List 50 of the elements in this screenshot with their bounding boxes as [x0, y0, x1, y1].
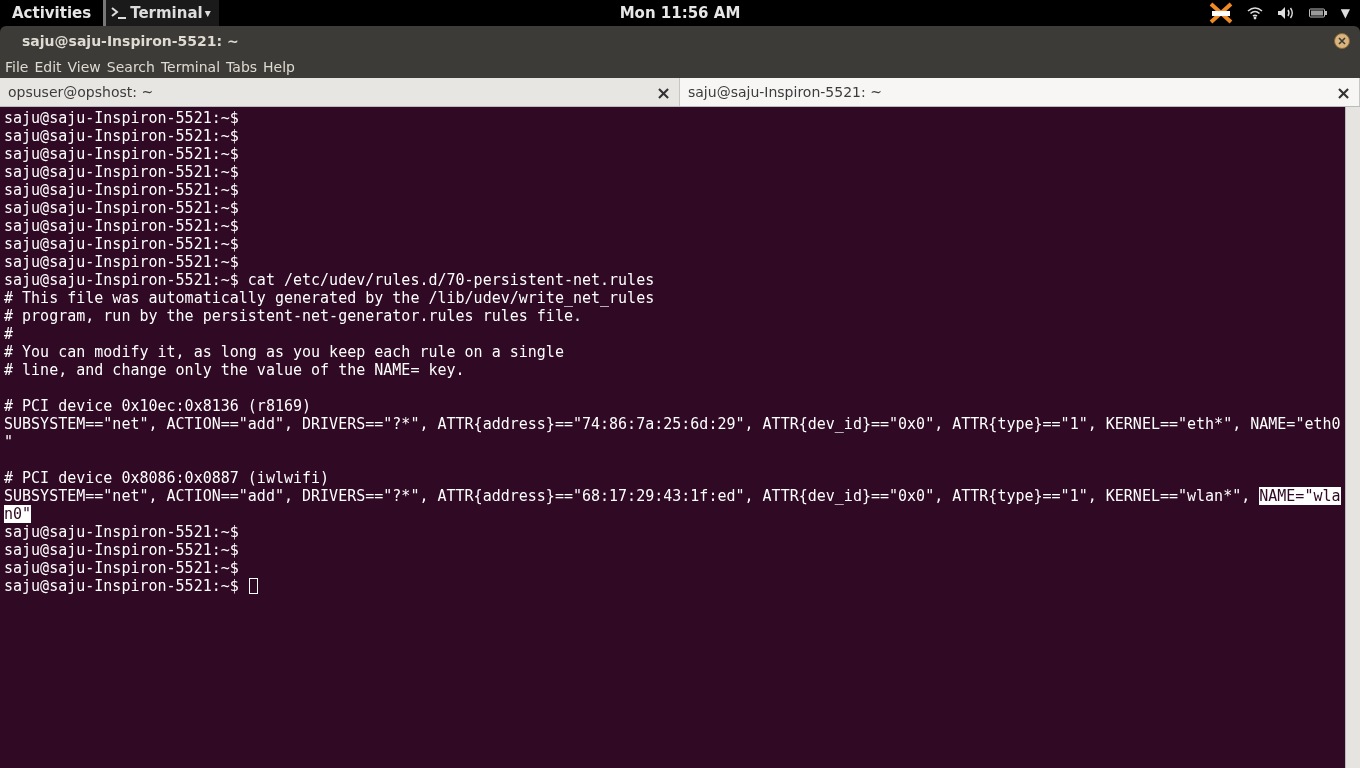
clock[interactable]: Mon 11:56 AM: [619, 4, 741, 22]
selected-text: n0": [4, 505, 32, 523]
terminal-text: # This file was automatically generated by the /lib/udev/write_net_rules: [4, 289, 655, 307]
wifi-icon[interactable]: [1246, 6, 1263, 20]
menu-item[interactable]: Search: [103, 59, 158, 75]
terminal-text: saju@saju-Inspiron-5521:~$: [4, 163, 239, 181]
close-tab-button[interactable]: ×: [655, 81, 671, 103]
terminal-text: ": [4, 433, 14, 451]
terminal-text: saju@saju-Inspiron-5521:~$: [4, 127, 239, 145]
menu-item[interactable]: Edit: [31, 59, 65, 75]
terminal-text: saju@saju-Inspiron-5521:~$: [4, 577, 239, 595]
selected-text: NAME="wla: [1259, 487, 1341, 505]
terminal-text: saju@saju-Inspiron-5521:~$: [4, 181, 239, 199]
terminal-text: saju@saju-Inspiron-5521:~$: [4, 217, 239, 235]
terminal-text: saju@saju-Inspiron-5521:~$: [4, 235, 239, 253]
terminal-tab[interactable]: opsuser@opshost: ~ ×: [0, 78, 680, 106]
terminal-text: # line, and change only the value of the NAME= key.: [4, 361, 465, 379]
terminal-text: #: [4, 325, 14, 343]
activities-button[interactable]: Activities: [0, 4, 104, 22]
window-title: saju@saju-Inspiron-5521: ~: [22, 33, 239, 49]
app-menu-button[interactable]: Terminal▾: [103, 0, 219, 26]
volume-icon[interactable]: [1276, 6, 1295, 20]
menu-item[interactable]: Terminal: [157, 59, 224, 75]
terminal-text: saju@saju-Inspiron-5521:~$: [4, 523, 239, 541]
terminal-text: # program, run by the persistent-net-generator.rules rules file.: [4, 307, 582, 325]
close-tab-button[interactable]: ×: [1335, 81, 1351, 103]
scrollbar[interactable]: [1345, 107, 1360, 768]
menu-item[interactable]: File: [2, 59, 32, 75]
terminal-tab[interactable]: saju@saju-Inspiron-5521: ~ ×: [680, 78, 1360, 106]
terminal-icon: [110, 5, 129, 21]
terminal-text: saju@saju-Inspiron-5521:~$ cat /etc/udev/rules.d/70-persistent-net.rules: [4, 271, 655, 289]
terminal-text: saju@saju-Inspiron-5521:~$: [4, 199, 239, 217]
terminal-text: saju@saju-Inspiron-5521:~$: [4, 253, 239, 271]
system-menu-caret[interactable]: ▼: [1340, 6, 1350, 20]
close-button[interactable]: [1334, 33, 1350, 49]
terminal-text: # PCI device 0x8086:0x0887 (iwlwifi): [4, 469, 330, 487]
terminal-text: SUBSYSTEM=="net", ACTION=="add", DRIVERS=="?*", ATTR{address}=="74:86:7a:25:6d:29", ATTR{dev_id}=="0x0", ATTR{type}=="1", KERNEL=="eth*", NAME="eth0: [4, 415, 1341, 433]
terminal-text: SUBSYSTEM=="net", ACTION=="add", DRIVERS=="?*", ATTR{address}=="68:17:29:43:1f:ed", ATTR{dev_id}=="0x0", ATTR{type}=="1", KERNEL=="wlan*",: [4, 487, 1251, 505]
menu-item[interactable]: View: [64, 59, 104, 75]
terminal-text: saju@saju-Inspiron-5521:~$: [4, 541, 239, 559]
menu-item[interactable]: Tabs: [223, 59, 261, 75]
close-icon: [1338, 37, 1346, 45]
menu-item[interactable]: Help: [260, 59, 298, 75]
terminal-text: # You can modify it, as long as you keep each rule on a single: [4, 343, 564, 361]
terminal-text: saju@saju-Inspiron-5521:~$: [4, 145, 239, 163]
chat-icon[interactable]: [1208, 2, 1233, 24]
terminal-text: saju@saju-Inspiron-5521:~$: [4, 109, 239, 127]
battery-icon[interactable]: [1308, 8, 1327, 18]
terminal-text: # PCI device 0x10ec:0x8136 (r8169): [4, 397, 312, 415]
terminal-text: saju@saju-Inspiron-5521:~$: [4, 559, 239, 577]
